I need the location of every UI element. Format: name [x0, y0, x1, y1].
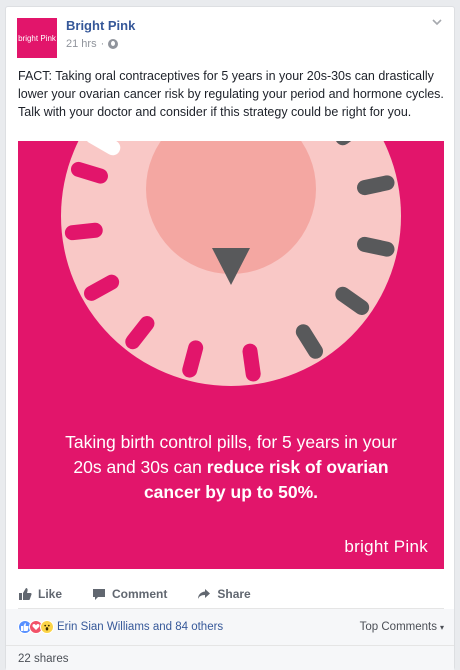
caption-line-2-bold: reduce risk of ovarian — [206, 457, 389, 477]
meta-separator: · — [100, 38, 105, 50]
wow-reaction-icon — [40, 620, 54, 634]
post-timestamp[interactable]: 21 hrs — [66, 38, 97, 50]
share-button[interactable]: Share — [197, 586, 251, 601]
like-button[interactable]: Like — [18, 587, 62, 601]
top-comments-dropdown[interactable]: Top Comments ▾ — [360, 621, 444, 633]
globe-icon — [108, 39, 119, 49]
post-image[interactable]: Taking birth control pills, for 5 years … — [18, 141, 444, 569]
comment-button[interactable]: Comment — [92, 587, 167, 601]
post-actions: Like Comment Share — [18, 579, 444, 609]
reaction-icons[interactable] — [18, 620, 54, 634]
top-comments-label: Top Comments — [359, 621, 437, 633]
caption-line-3-bold: cancer by up to 50%. — [143, 482, 319, 502]
shares-link[interactable]: 22 shares — [6, 645, 454, 670]
avatar-logo-text: bright Pink — [18, 33, 56, 43]
post-card: bright Pink Bright Pink 21 hrs · FACT: T… — [5, 6, 455, 670]
share-label: Share — [217, 586, 251, 601]
caption-line-1: Taking birth control pills, for 5 years … — [65, 432, 397, 452]
thumbs-up-icon — [18, 587, 32, 601]
reactions-bar: Erin Sian Williams and 84 others Top Com… — [6, 609, 454, 645]
chevron-down-icon: ▾ — [439, 623, 444, 632]
caption-line-2-plain: 20s and 30s can — [73, 457, 207, 477]
comment-icon — [92, 587, 106, 601]
share-arrow-icon — [197, 587, 211, 601]
shares-count: 22 shares — [18, 652, 69, 665]
like-label: Like — [38, 586, 63, 601]
bright-pink-logo: bright Pink — [344, 537, 428, 556]
post-text: FACT: Taking oral contraceptives for 5 y… — [18, 69, 444, 119]
comment-label: Comment — [112, 586, 168, 601]
caption-line-3: cancer by up to 50%. — [18, 480, 444, 505]
chevron-down-icon[interactable] — [430, 15, 444, 29]
caption-line-2: 20s and 30s can reduce risk of ovarian — [18, 455, 444, 480]
image-caption: Taking birth control pills, for 5 years … — [18, 430, 444, 505]
post-header: bright Pink Bright Pink 21 hrs · — [6, 7, 454, 59]
page-avatar[interactable]: bright Pink — [17, 18, 57, 58]
post-meta: 21 hrs · — [66, 38, 119, 50]
reaction-summary-link[interactable]: Erin Sian Williams and 84 others — [57, 621, 223, 633]
page-name-link[interactable]: Bright Pink — [66, 18, 135, 33]
